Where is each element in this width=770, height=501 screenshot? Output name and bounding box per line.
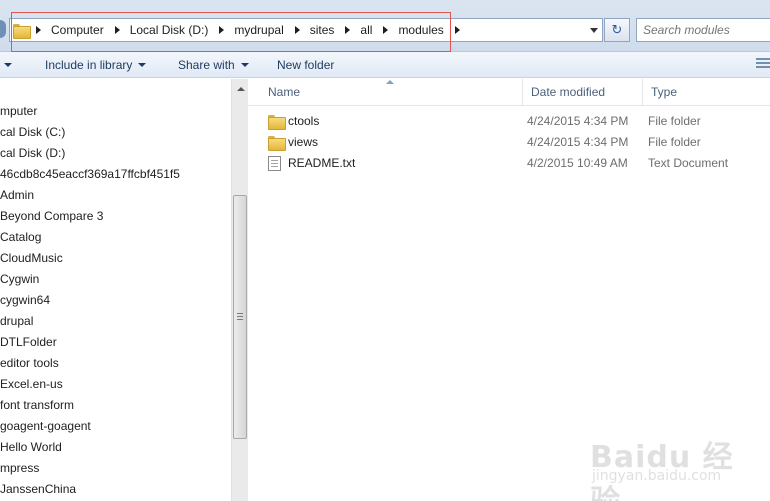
address-history-dropdown-icon[interactable] (590, 28, 598, 33)
nav-item[interactable]: mpress (0, 458, 39, 479)
watermark-url: jingyan.baidu.com (592, 468, 722, 484)
dropdown-arrow-icon (138, 63, 147, 67)
nav-item[interactable]: drupal (0, 311, 33, 332)
address-bar-row: Computer Local Disk (D:) mydrupal sites … (0, 0, 770, 52)
nav-item[interactable]: mputer (0, 101, 37, 122)
scrollbar-thumb[interactable] (233, 195, 247, 439)
nav-item[interactable]: cal Disk (D:) (0, 143, 65, 164)
nav-item[interactable]: Catalog (0, 227, 41, 248)
nav-item[interactable]: Cygwin (0, 269, 39, 290)
file-type: File folder (648, 114, 701, 128)
back-button[interactable] (0, 20, 6, 38)
search-input[interactable] (636, 18, 770, 42)
file-row-views[interactable]: views 4/24/2015 4:34 PM File folder (260, 132, 770, 153)
organize-button[interactable] (0, 53, 12, 77)
nav-item[interactable]: Hello World (0, 437, 62, 458)
navigation-scrollbar[interactable] (231, 79, 248, 501)
include-in-library-label: Include in library (45, 58, 133, 72)
breadcrumb-modules[interactable]: modules (394, 19, 447, 41)
share-with-button[interactable]: Share with (178, 53, 249, 77)
include-in-library-button[interactable]: Include in library (45, 53, 147, 77)
chevron-right-icon[interactable] (114, 26, 120, 34)
nav-item[interactable]: DTLFolder (0, 332, 57, 353)
breadcrumb-mydrupal[interactable]: mydrupal (230, 19, 287, 41)
folder-icon (13, 23, 31, 39)
scroll-up-arrow-icon[interactable] (237, 87, 245, 91)
chevron-right-icon[interactable] (294, 26, 300, 34)
file-row-ctools[interactable]: ctools 4/24/2015 4:34 PM File folder (260, 111, 770, 132)
file-date-modified: 4/24/2015 4:34 PM (527, 114, 629, 128)
dropdown-arrow-icon (4, 63, 12, 67)
baidu-jingyan-watermark: Baidu 经验 jingyan.baidu.com (588, 432, 763, 501)
folder-icon (268, 136, 286, 151)
file-type: File folder (648, 135, 701, 149)
nav-item[interactable]: cygwin64 (0, 290, 50, 311)
nav-item[interactable]: 46cdb8c45eaccf369a17ffcbf451f5 (0, 164, 180, 185)
chevron-right-icon[interactable] (219, 26, 225, 34)
column-header-type[interactable]: Type (643, 79, 763, 106)
breadcrumb-all[interactable]: all (356, 19, 376, 41)
nav-item[interactable]: JanssenChina (0, 479, 76, 500)
column-header-date-modified[interactable]: Date modified (523, 79, 643, 106)
chevron-right-icon[interactable] (345, 26, 351, 34)
nav-item[interactable]: CloudMusic (0, 248, 63, 269)
column-header-name[interactable]: Name (260, 79, 523, 106)
watermark-logo: Baidu 经验 (590, 440, 734, 501)
chevron-right-icon[interactable] (383, 26, 389, 34)
breadcrumb[interactable]: Computer Local Disk (D:) mydrupal sites … (9, 18, 603, 42)
breadcrumb-local-disk-d[interactable]: Local Disk (D:) (126, 19, 213, 41)
file-name: views (288, 135, 319, 149)
file-name: ctools (288, 114, 320, 128)
breadcrumb-computer[interactable]: Computer (47, 19, 108, 41)
chevron-right-icon[interactable] (36, 26, 41, 34)
file-name: README.txt (288, 156, 356, 170)
file-type: Text Document (648, 156, 729, 170)
refresh-icon: ↻ (611, 22, 623, 37)
nav-item[interactable]: Beyond Compare 3 (0, 206, 103, 227)
file-date-modified: 4/24/2015 4:34 PM (527, 135, 629, 149)
folder-icon (268, 115, 286, 130)
nav-item[interactable]: font transform (0, 395, 74, 416)
view-options-icon[interactable] (756, 58, 770, 70)
navigation-pane: mputer cal Disk (C:) cal Disk (D:) 46cdb… (0, 79, 231, 501)
file-row-readme[interactable]: README.txt 4/2/2015 10:49 AM Text Docume… (260, 153, 770, 174)
refresh-button[interactable]: ↻ (604, 18, 630, 42)
column-header-row: Name Date modified Type (248, 79, 770, 106)
breadcrumb-sites[interactable]: sites (306, 19, 339, 41)
nav-item[interactable]: editor tools (0, 353, 59, 374)
file-date-modified: 4/2/2015 10:49 AM (527, 156, 628, 170)
command-toolbar: Include in library Share with New folder (0, 52, 770, 78)
scrollbar-grip-icon (237, 313, 243, 320)
chevron-right-icon[interactable] (454, 26, 460, 34)
nav-item[interactable]: cal Disk (C:) (0, 122, 65, 143)
nav-item[interactable]: Excel.en-us (0, 374, 63, 395)
share-with-label: Share with (178, 58, 235, 72)
dropdown-arrow-icon (240, 63, 249, 67)
new-folder-button[interactable]: New folder (277, 53, 334, 77)
nav-item[interactable]: Admin (0, 185, 34, 206)
nav-item[interactable]: goagent-goagent (0, 416, 91, 437)
text-document-icon (268, 156, 281, 171)
